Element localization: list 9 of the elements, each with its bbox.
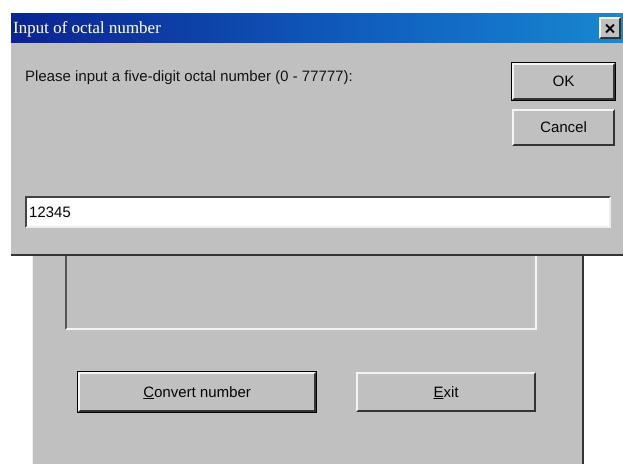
exit-button[interactable]: Exit bbox=[356, 372, 536, 412]
window-title: Input of octal number bbox=[13, 18, 161, 38]
ok-button[interactable]: OK bbox=[512, 63, 615, 100]
close-icon bbox=[604, 22, 616, 34]
input-field[interactable]: 12345 bbox=[25, 196, 611, 228]
cancel-button[interactable]: Cancel bbox=[512, 109, 615, 146]
close-button[interactable] bbox=[599, 17, 621, 39]
convert-button[interactable]: Convert number bbox=[78, 372, 316, 412]
prompt-text: Please input a five-digit octal number (0 - 77777): bbox=[25, 68, 353, 87]
